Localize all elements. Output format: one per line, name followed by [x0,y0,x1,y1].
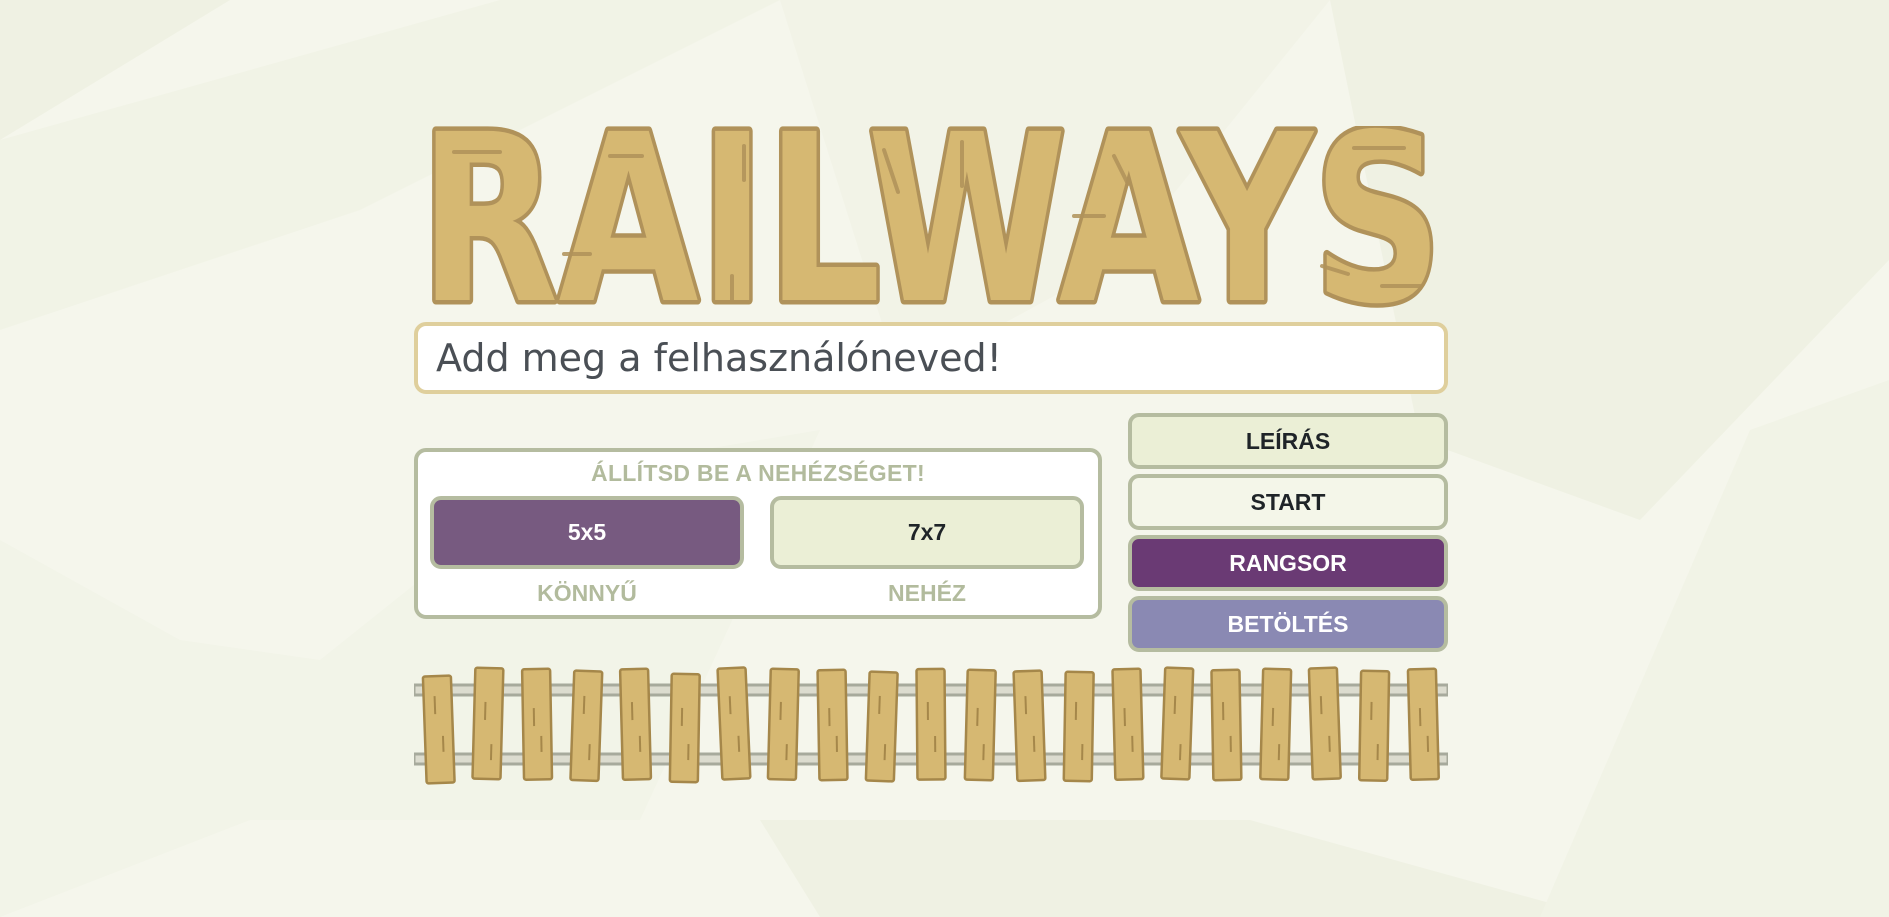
railway-tie [1307,666,1342,781]
railway-tie [1012,669,1047,783]
railway-tie [1210,668,1243,782]
difficulty-title: ÁLLÍTSD BE A NEHÉZSÉGET! [591,460,925,486]
railway-tie [668,672,701,784]
railway-tie [569,669,604,783]
railway-tie [1357,669,1391,782]
difficulty-7x7-button[interactable]: 7x7 [770,496,1084,569]
railway-tie [1160,666,1195,781]
railway-tie [618,667,653,782]
difficulty-hard-label: NEHÉZ [888,580,966,606]
railway-tie [1062,670,1095,783]
railway-tie [963,668,997,782]
leaderboard-button[interactable]: RANGSOR [1128,535,1448,591]
railway-track-icon [414,666,1448,785]
railway-tie [471,666,505,781]
railway-tie [1406,667,1440,782]
railways-logo: RAILWAYS [415,126,1448,310]
railway-tie [716,666,752,781]
difficulty-easy-label: KÖNNYŰ [537,580,637,606]
svg-text:RAILWAYS: RAILWAYS [419,126,1443,310]
railway-tie [864,670,899,783]
description-button[interactable]: LEÍRÁS [1128,413,1448,469]
railway-tie [766,667,800,782]
difficulty-5x5-button[interactable]: 5x5 [430,496,744,569]
load-button[interactable]: BETÖLTÉS [1128,596,1448,652]
railway-tie [1111,667,1145,782]
start-button[interactable]: START [1128,474,1448,530]
username-input[interactable] [414,322,1448,394]
railway-tie [915,667,947,781]
railway-tie [520,667,554,781]
railway-tie [1259,667,1293,782]
railway-tie [421,674,456,785]
railway-tie [816,668,849,782]
